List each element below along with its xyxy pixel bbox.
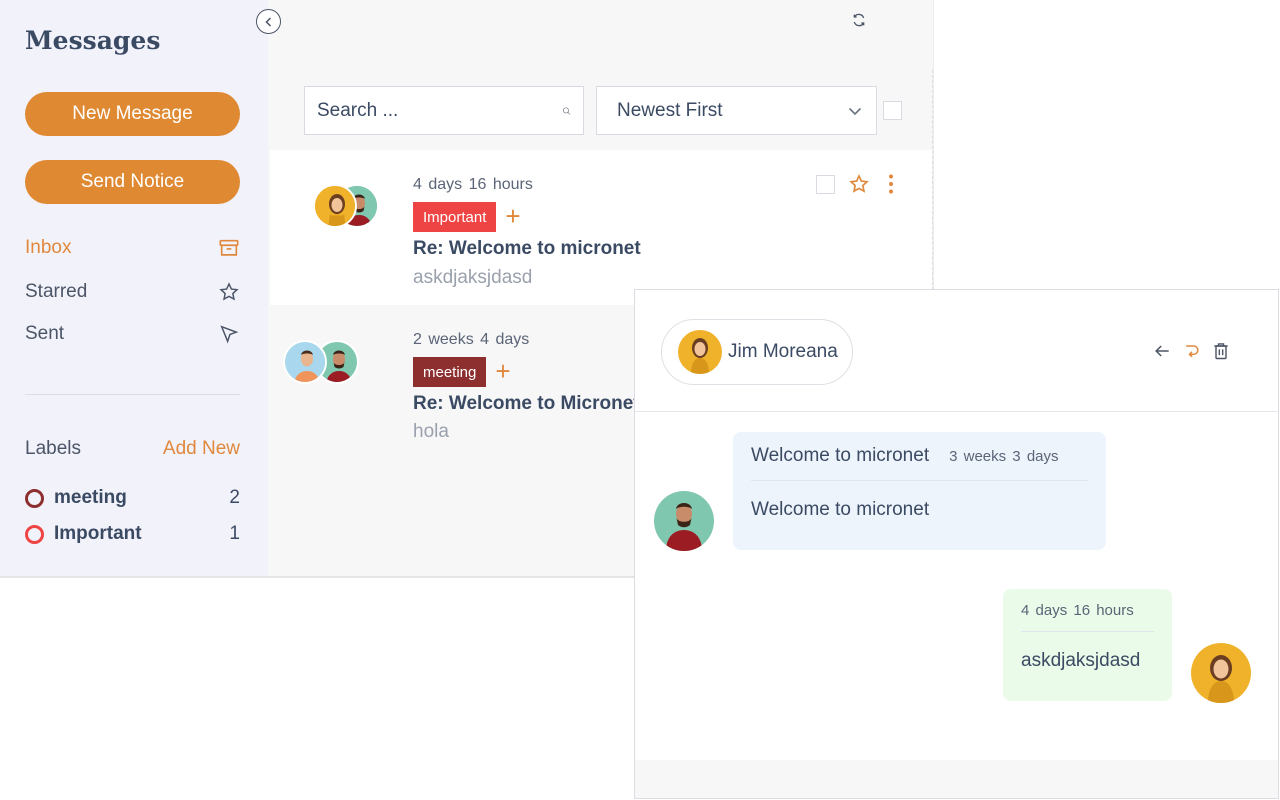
reply-button[interactable]: [1181, 340, 1203, 362]
labels-header: Labels Add New: [25, 438, 240, 460]
woman-avatar-icon: [678, 330, 722, 374]
message-preview: hola: [413, 421, 449, 442]
reply-icon: [1186, 345, 1199, 358]
sidebar-item-sent[interactable]: Sent: [25, 320, 240, 348]
refresh-icon: [853, 13, 865, 27]
contact-chip[interactable]: Jim Moreana: [661, 319, 853, 385]
sidebar-title: Messages: [25, 26, 161, 55]
list-item[interactable]: 4 days 16 hours Important + Re: Welcome …: [270, 150, 932, 305]
label-count: 1: [229, 523, 240, 544]
add-label-link[interactable]: Add New: [163, 438, 240, 460]
bubble-header: 4 days 16 hours: [1021, 589, 1154, 632]
add-tag-icon[interactable]: +: [492, 358, 514, 384]
avatar: [654, 491, 714, 551]
sidebar-item-starred[interactable]: Starred: [25, 278, 240, 306]
conversation-body: Welcome to micronet 3 weeks 3 days Welco…: [635, 412, 1278, 760]
bubble-time: 3 weeks 3 days: [949, 447, 1059, 465]
label-important[interactable]: Important 1: [25, 521, 240, 547]
chevron-left-icon: [264, 16, 271, 27]
back-button[interactable]: [1151, 340, 1173, 362]
label-tag[interactable]: meeting: [413, 357, 487, 387]
incoming-message-bubble: Welcome to micronet 3 weeks 3 days Welco…: [733, 432, 1106, 550]
bubble-title: Welcome to micronet: [751, 445, 930, 466]
row-checkbox[interactable]: [816, 175, 835, 194]
avatar: [678, 330, 722, 374]
archive-icon: [219, 239, 239, 256]
search-input[interactable]: [317, 99, 562, 122]
sort-select[interactable]: Newest First: [596, 86, 877, 135]
search-icon[interactable]: [562, 100, 571, 122]
contact-name: Jim Moreana: [728, 341, 838, 362]
star-icon[interactable]: [848, 173, 870, 195]
sidebar-item-label: Sent: [25, 323, 65, 344]
avatar: [313, 184, 357, 228]
message-subject: Re: Welcome to Micronet: [413, 393, 640, 414]
send-icon: [220, 325, 239, 344]
new-message-button[interactable]: New Message: [25, 92, 240, 136]
add-tag-icon[interactable]: +: [502, 203, 524, 229]
label-meeting[interactable]: meeting 2: [25, 485, 240, 511]
collapse-sidebar-button[interactable]: [256, 9, 281, 34]
sidebar-item-label: Inbox: [25, 237, 72, 258]
labels-title: Labels: [25, 438, 81, 459]
sidebar: Messages New Message Send Notice Inbox S…: [0, 0, 268, 576]
sort-selected-value: Newest First: [617, 99, 723, 121]
sidebar-item-label: Starred: [25, 281, 88, 302]
star-icon: [219, 282, 239, 301]
label-name: meeting: [54, 487, 127, 508]
label-tag[interactable]: Important: [413, 202, 497, 232]
sidebar-divider: [25, 394, 240, 395]
conversation-footer: [635, 760, 1278, 798]
delete-button[interactable]: [1210, 340, 1232, 362]
woman-avatar-icon: [1191, 643, 1251, 703]
label-ring-icon: [25, 488, 44, 508]
label-ring-icon: [25, 524, 44, 544]
message-subject: Re: Welcome to micronet: [413, 238, 641, 259]
avatar: [283, 340, 327, 384]
more-vertical-icon[interactable]: [885, 173, 897, 195]
trash-icon: [1214, 343, 1228, 360]
refresh-button[interactable]: [849, 10, 869, 30]
man-avatar-icon: [654, 491, 714, 551]
bubble-text: Welcome to micronet: [751, 499, 930, 520]
arrow-left-icon: [1155, 345, 1169, 357]
bubble-time: 4 days 16 hours: [1021, 601, 1134, 619]
message-preview: askdjaksjdasd: [413, 267, 533, 288]
bubble-header: Welcome to micronet 3 weeks 3 days: [751, 432, 1088, 481]
conversation-header: Jim Moreana: [635, 290, 1278, 412]
conversation-panel: Jim Moreana Welcome to micronet 3 weeks …: [634, 289, 1279, 799]
bubble-text: askdjaksjdasd: [1021, 650, 1141, 671]
label-count: 2: [229, 487, 240, 508]
outgoing-message-bubble: 4 days 16 hours askdjaksjdasd: [1003, 589, 1172, 701]
avatar: [1191, 643, 1251, 703]
search-box: [304, 86, 584, 135]
label-name: Important: [54, 523, 142, 544]
select-all-checkbox[interactable]: [883, 101, 902, 120]
send-notice-button[interactable]: Send Notice: [25, 160, 240, 204]
message-time: 4 days 16 hours: [413, 176, 533, 193]
panel-edge: [932, 70, 933, 290]
message-time: 2 weeks 4 days: [413, 331, 530, 348]
sidebar-item-inbox[interactable]: Inbox: [25, 234, 240, 262]
chevron-down-icon: [848, 107, 862, 115]
